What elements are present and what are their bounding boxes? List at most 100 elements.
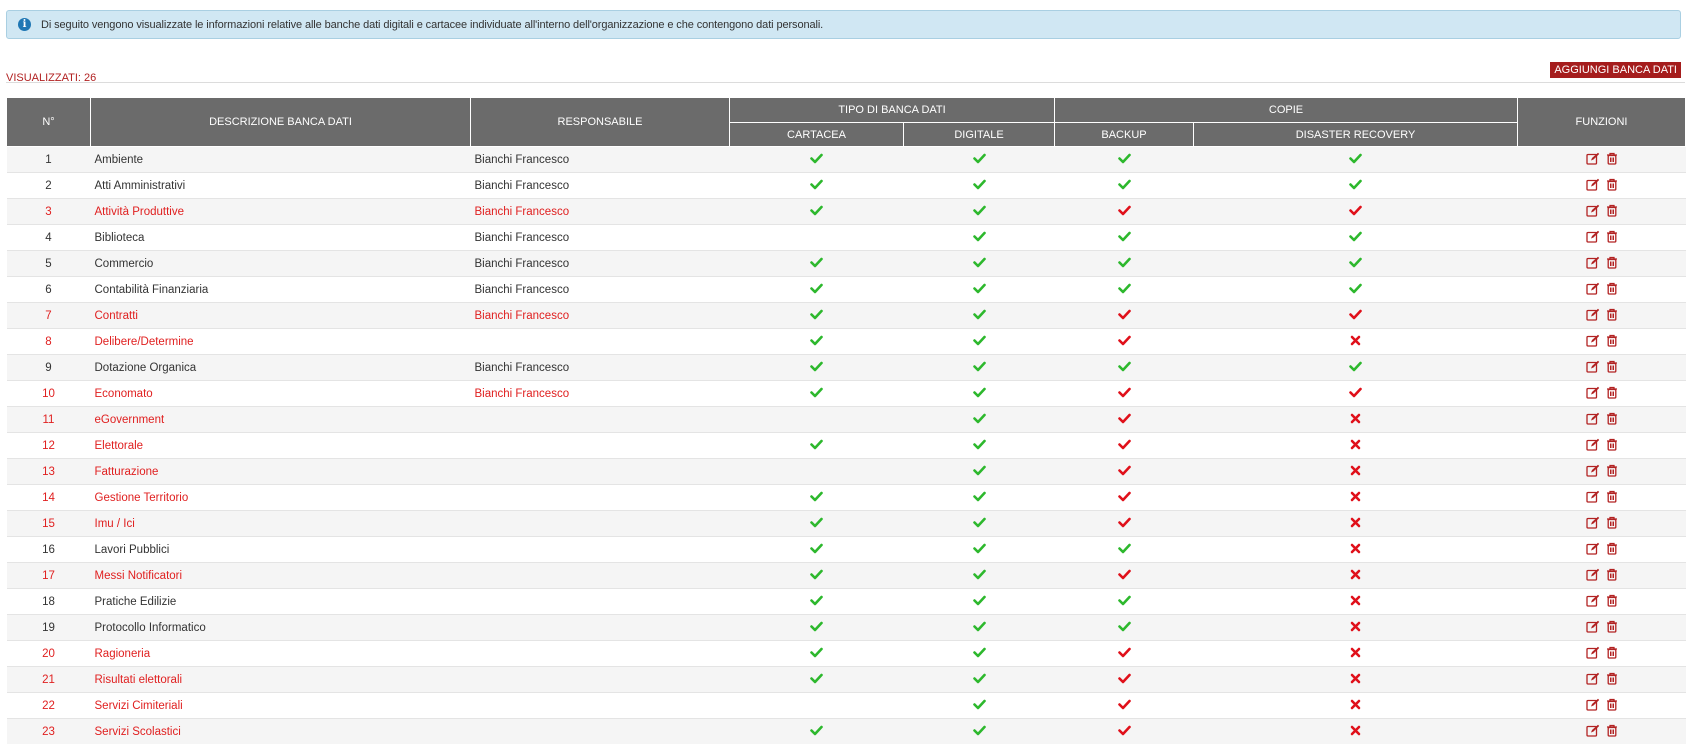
edit-icon[interactable]: [1586, 672, 1600, 688]
table-row[interactable]: 2Atti AmministrativiBianchi Francesco: [7, 173, 1686, 199]
table-row[interactable]: 21Risultati elettorali: [7, 667, 1686, 693]
trash-icon[interactable]: [1606, 412, 1618, 428]
trash-icon[interactable]: [1606, 204, 1618, 220]
table-row[interactable]: 14Gestione Territorio: [7, 485, 1686, 511]
count-label: VISUALIZZATI: 26: [6, 72, 96, 84]
table-row[interactable]: 8Delibere/Determine: [7, 329, 1686, 355]
trash-icon[interactable]: [1606, 438, 1618, 454]
trash-icon[interactable]: [1606, 646, 1618, 662]
check-icon: [1118, 179, 1131, 193]
check-red-icon: [1118, 335, 1131, 349]
edit-icon[interactable]: [1586, 412, 1600, 428]
table-row[interactable]: 12Elettorale: [7, 433, 1686, 459]
trash-icon[interactable]: [1606, 308, 1618, 324]
trash-icon[interactable]: [1606, 672, 1618, 688]
trash-icon[interactable]: [1606, 334, 1618, 350]
table-row[interactable]: 17Messi Notificatori: [7, 563, 1686, 589]
edit-icon[interactable]: [1586, 542, 1600, 558]
cell-funzioni: [1518, 589, 1686, 615]
table-row[interactable]: 15Imu / Ici: [7, 511, 1686, 537]
database-responsible: [471, 407, 730, 433]
row-number: 16: [7, 537, 91, 563]
edit-icon[interactable]: [1586, 308, 1600, 324]
trash-icon[interactable]: [1606, 594, 1618, 610]
header-responsible[interactable]: RESPONSABILE: [471, 98, 730, 147]
edit-icon[interactable]: [1586, 386, 1600, 402]
edit-icon[interactable]: [1586, 438, 1600, 454]
edit-icon[interactable]: [1586, 594, 1600, 610]
check-red-icon: [1118, 413, 1131, 427]
cell-backup: [1055, 589, 1194, 615]
cell-funzioni: [1518, 563, 1686, 589]
edit-icon[interactable]: [1586, 490, 1600, 506]
edit-icon[interactable]: [1586, 282, 1600, 298]
table-row[interactable]: 6Contabilità FinanziariaBianchi Francesc…: [7, 277, 1686, 303]
database-description: Elettorale: [91, 433, 471, 459]
cell-disaster-recovery: [1194, 693, 1518, 719]
row-number: 21: [7, 667, 91, 693]
table-row[interactable]: 10EconomatoBianchi Francesco: [7, 381, 1686, 407]
table-row[interactable]: 4BibliotecaBianchi Francesco: [7, 225, 1686, 251]
trash-icon[interactable]: [1606, 360, 1618, 376]
header-digitale[interactable]: DIGITALE: [904, 123, 1055, 147]
row-number: 23: [7, 719, 91, 744]
check-red-icon: [1118, 569, 1131, 583]
header-description[interactable]: DESCRIZIONE BANCA DATI: [91, 98, 471, 147]
trash-icon[interactable]: [1606, 386, 1618, 402]
trash-icon[interactable]: [1606, 230, 1618, 246]
trash-icon[interactable]: [1606, 542, 1618, 558]
table-row[interactable]: 11eGovernment: [7, 407, 1686, 433]
table-row[interactable]: 19Protocollo Informatico: [7, 615, 1686, 641]
edit-icon[interactable]: [1586, 256, 1600, 272]
trash-icon[interactable]: [1606, 282, 1618, 298]
add-database-button[interactable]: AGGIUNGI BANCA DATI: [1550, 62, 1681, 78]
database-responsible: [471, 667, 730, 693]
cell-disaster-recovery: [1194, 667, 1518, 693]
trash-icon[interactable]: [1606, 698, 1618, 714]
edit-icon[interactable]: [1586, 334, 1600, 350]
header-cartacea[interactable]: CARTACEA: [730, 123, 904, 147]
table-body: 1AmbienteBianchi Francesco2Atti Amminist…: [7, 147, 1686, 744]
table-row[interactable]: 22Servizi Cimiteriali: [7, 693, 1686, 719]
table-row[interactable]: 1AmbienteBianchi Francesco: [7, 147, 1686, 173]
table-row[interactable]: 3Attività ProduttiveBianchi Francesco: [7, 199, 1686, 225]
cell-digitale: [904, 251, 1055, 277]
edit-icon[interactable]: [1586, 178, 1600, 194]
table-row[interactable]: 7ContrattiBianchi Francesco: [7, 303, 1686, 329]
database-responsible: [471, 615, 730, 641]
header-disaster-recovery[interactable]: DISASTER RECOVERY: [1194, 123, 1518, 147]
table-row[interactable]: 23Servizi Scolastici: [7, 719, 1686, 744]
table-row[interactable]: 9Dotazione OrganicaBianchi Francesco: [7, 355, 1686, 381]
table-row[interactable]: 18Pratiche Edilizie: [7, 589, 1686, 615]
trash-icon[interactable]: [1606, 620, 1618, 636]
table-row[interactable]: 20Ragioneria: [7, 641, 1686, 667]
edit-icon[interactable]: [1586, 464, 1600, 480]
header-num[interactable]: N°: [7, 98, 91, 147]
trash-icon[interactable]: [1606, 490, 1618, 506]
table-row[interactable]: 5CommercioBianchi Francesco: [7, 251, 1686, 277]
edit-icon[interactable]: [1586, 516, 1600, 532]
trash-icon[interactable]: [1606, 256, 1618, 272]
cell-digitale: [904, 329, 1055, 355]
trash-icon[interactable]: [1606, 152, 1618, 168]
cell-cartacea: [730, 355, 904, 381]
edit-icon[interactable]: [1586, 204, 1600, 220]
edit-icon[interactable]: [1586, 698, 1600, 714]
check-icon: [810, 673, 823, 687]
trash-icon[interactable]: [1606, 464, 1618, 480]
edit-icon[interactable]: [1586, 230, 1600, 246]
edit-icon[interactable]: [1586, 646, 1600, 662]
edit-icon[interactable]: [1586, 620, 1600, 636]
header-backup[interactable]: BACKUP: [1055, 123, 1194, 147]
edit-icon[interactable]: [1586, 152, 1600, 168]
table-row[interactable]: 16Lavori Pubblici: [7, 537, 1686, 563]
trash-icon[interactable]: [1606, 178, 1618, 194]
table-row[interactable]: 13Fatturazione: [7, 459, 1686, 485]
trash-icon[interactable]: [1606, 516, 1618, 532]
cell-disaster-recovery: [1194, 329, 1518, 355]
edit-icon[interactable]: [1586, 360, 1600, 376]
check-icon: [810, 387, 823, 401]
edit-icon[interactable]: [1586, 568, 1600, 584]
cell-backup: [1055, 355, 1194, 381]
trash-icon[interactable]: [1606, 568, 1618, 584]
